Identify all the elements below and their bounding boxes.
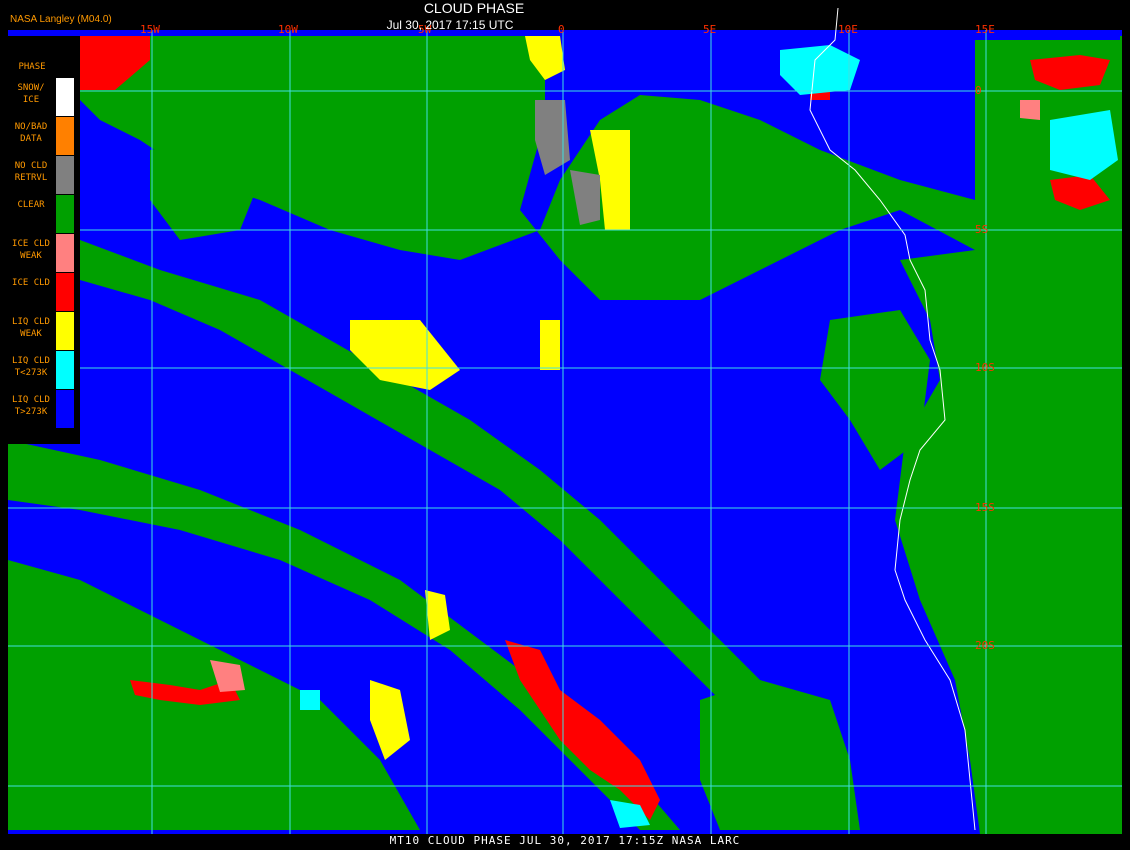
lon-label-10e: 10E [838, 23, 858, 36]
legend-label: LIQ CLD T>273K [12, 395, 50, 417]
lon-label-15w: 15W [140, 23, 160, 36]
liq-cold-sw [300, 690, 320, 710]
lat-label-5s: 5S [975, 223, 988, 236]
legend-swatch [56, 351, 74, 389]
lon-label-0: 0 [558, 23, 565, 36]
map-title: CLOUD PHASE [423, 0, 525, 16]
legend-item: LIQ CLD T>273K [8, 390, 80, 428]
credit-text: NASA Langley (M04.0) [10, 14, 112, 25]
legend-label: LIQ CLD WEAK [12, 317, 50, 339]
legend-item: LIQ CLD T<273K [8, 351, 80, 389]
legend-swatch [56, 78, 74, 116]
legend-label: ICE CLD WEAK [12, 239, 50, 261]
legend-label: NO/BAD DATA [14, 122, 48, 144]
legend-swatch [56, 312, 74, 350]
legend-label: LIQ CLD T<273K [12, 356, 50, 378]
legend-item: NO/BAD DATA [8, 117, 80, 155]
legend-label: CLEAR [17, 200, 45, 210]
liq-weak-patch [540, 320, 560, 370]
footer-caption: MT10 CLOUD PHASE JUL 30, 2017 17:15Z NAS… [389, 834, 741, 847]
lat-label-0: 0 [975, 84, 982, 97]
lon-label-5e: 5E [703, 23, 716, 36]
legend-swatch [56, 117, 74, 155]
lat-label-20s: 20S [975, 639, 995, 652]
legend-label: SNOW/ ICE [17, 83, 45, 105]
ice-weak-ne [1020, 100, 1040, 120]
lon-label-15e: 15E [975, 23, 995, 36]
legend-swatch [56, 156, 74, 194]
legend-swatch [56, 390, 74, 428]
legend-label: NO CLD RETRVL [14, 161, 48, 183]
lat-label-10s: 10S [975, 361, 995, 374]
legend-item: SNOW/ ICE [8, 78, 80, 116]
legend-swatch [56, 195, 74, 233]
legend-item: NO CLD RETRVL [8, 156, 80, 194]
cloud-phase-map: 15W 10W 5W 0 5E 10E 15E 0 5S 10S 15S 20S [8, 7, 1122, 834]
legend-item: ICE CLD [8, 273, 80, 311]
lat-label-15s: 15S [975, 501, 995, 514]
legend-swatch [56, 234, 74, 272]
legend-swatch [56, 273, 74, 311]
lon-label-10w: 10W [278, 23, 298, 36]
legend-label: ICE CLD [12, 278, 50, 288]
map-date: Jul 30, 2017 17:15 UTC [386, 18, 514, 32]
legend-item: ICE CLD WEAK [8, 234, 80, 272]
phase-legend: PHASE SNOW/ ICE NO/BAD DATA NO CLD RETRVL C… [8, 36, 80, 444]
legend-title: PHASE [18, 62, 46, 72]
legend-item: CLEAR [8, 195, 80, 233]
legend-item: LIQ CLD WEAK [8, 312, 80, 350]
